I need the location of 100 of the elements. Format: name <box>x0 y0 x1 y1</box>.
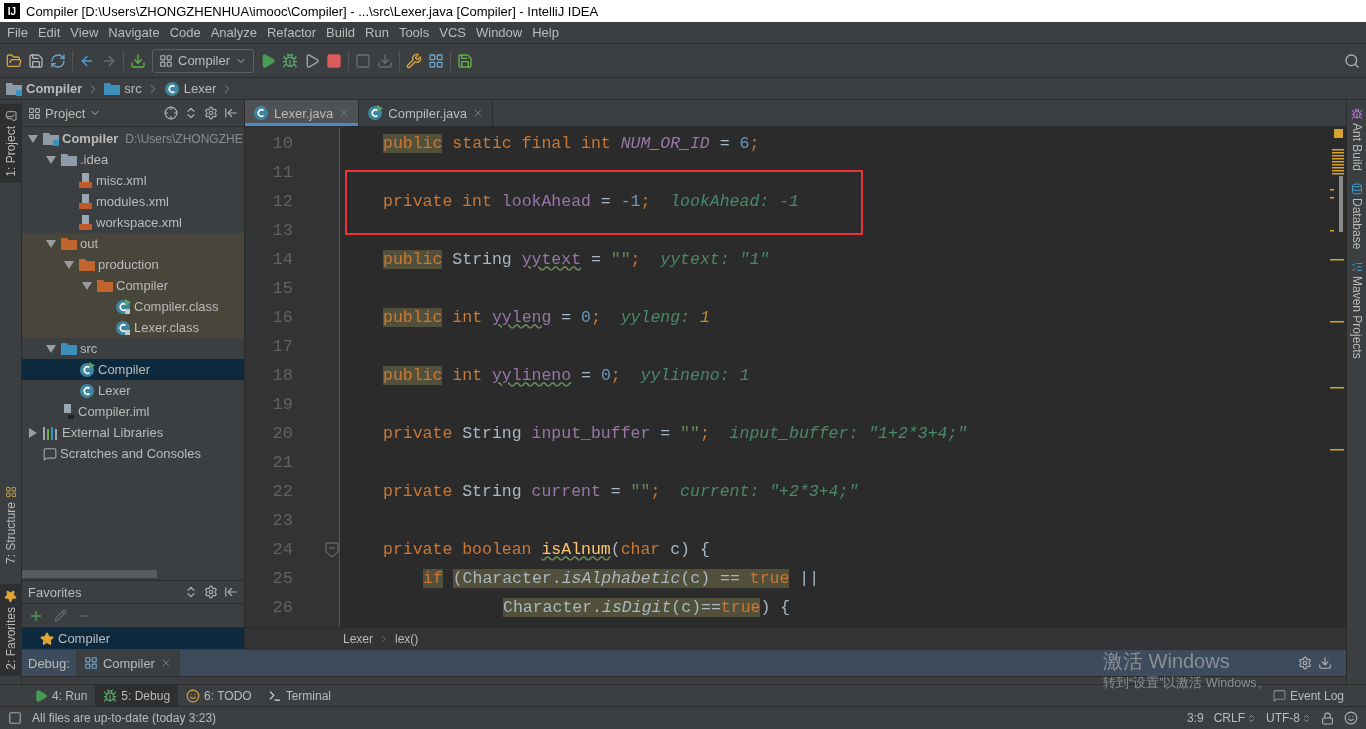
expanded-arrow-icon[interactable] <box>46 343 56 354</box>
activation-notice-text: 转到“设置”以激活 Windows。 <box>1103 675 1270 692</box>
tree-row[interactable]: misc.xml <box>22 170 244 191</box>
hide-icon[interactable] <box>224 106 238 120</box>
sync-icon[interactable] <box>50 52 66 69</box>
tree-row[interactable]: Compiler D:\Users\ZHONGZHE <box>22 128 244 149</box>
menu-item[interactable]: Help <box>527 25 564 40</box>
tree-row[interactable]: Compiler.iml <box>22 401 244 422</box>
settings-icon[interactable] <box>1298 656 1312 670</box>
tool-window-tab[interactable]: Database <box>1347 183 1366 250</box>
tree-row[interactable]: Lexer.class <box>22 317 244 338</box>
breadcrumb-item[interactable]: src <box>104 81 142 96</box>
tree-row[interactable]: Compiler.class <box>22 296 244 317</box>
tool-window-tab[interactable]: 2: Favorites <box>0 584 22 676</box>
locate-icon[interactable] <box>164 106 178 120</box>
tree-row[interactable]: modules.xml <box>22 191 244 212</box>
code-line: public int yyleng = 0; yyleng: 1 <box>383 307 711 329</box>
run-configuration-dropdown[interactable]: Compiler <box>152 48 254 73</box>
tree-row[interactable]: External Libraries <box>22 422 244 443</box>
breadcrumb-item[interactable]: Lexer <box>343 632 374 646</box>
menu-item[interactable]: Tools <box>393 25 435 40</box>
tree-row[interactable]: production <box>22 254 244 275</box>
settings-icon[interactable] <box>204 106 218 120</box>
run-icon <box>34 688 48 703</box>
terminal-icon <box>267 688 282 703</box>
settings-wrench-icon[interactable] <box>406 52 422 69</box>
breadcrumb-item[interactable]: Compiler <box>6 81 83 96</box>
expanded-arrow-icon[interactable] <box>46 154 56 165</box>
menu-item[interactable]: VCS <box>434 25 471 40</box>
tool-window-tab[interactable]: Maven Projects <box>1347 261 1366 360</box>
expanded-arrow-icon[interactable] <box>82 280 92 291</box>
folder-icon <box>61 236 77 251</box>
xml-file-icon <box>79 172 93 189</box>
code-line: private String input_buffer = ""; input_buffer: "1+2*3+4;" <box>383 423 969 445</box>
tree-row[interactable]: workspace.xml <box>22 212 244 233</box>
settings-icon[interactable] <box>204 585 218 599</box>
fold-marker-icon[interactable] <box>325 541 339 558</box>
tool-window-tab[interactable]: Terminal <box>259 684 339 707</box>
tree-row[interactable]: Scratches and Consoles <box>22 443 244 464</box>
tool-window-tab[interactable]: 1: Project <box>0 104 22 183</box>
expanded-arrow-icon[interactable] <box>28 133 38 144</box>
expanded-arrow-icon[interactable] <box>64 259 74 270</box>
hide-icon[interactable] <box>224 585 238 599</box>
tool-window-tab[interactable]: 4: Run <box>26 684 96 707</box>
tree-row[interactable]: Compiler <box>22 359 244 380</box>
debug-tab[interactable]: Compiler <box>75 650 180 676</box>
folder-icon <box>61 341 77 356</box>
updown-icon <box>1302 713 1311 723</box>
tool-window-tab[interactable]: 5: Debug <box>95 684 179 707</box>
menu-item[interactable]: Run <box>360 25 394 40</box>
tool-window-tab[interactable]: Ant Build <box>1347 108 1366 172</box>
breadcrumb-item[interactable]: lex() <box>395 632 419 646</box>
menu-item[interactable]: Build <box>321 25 360 40</box>
panel-title: Favorites <box>28 584 83 600</box>
tree-row[interactable]: Lexer <box>22 380 244 401</box>
menu-item[interactable]: Refactor <box>261 25 322 40</box>
save-icon[interactable] <box>28 52 44 69</box>
search-icon[interactable] <box>1344 52 1360 69</box>
caret-position[interactable]: 3:9 <box>1186 711 1204 725</box>
encoding-selector[interactable]: UTF-8 <box>1266 711 1311 725</box>
menu-item[interactable]: File <box>2 25 33 40</box>
star-icon <box>40 631 54 646</box>
tool-window-tab[interactable]: 7: Structure <box>0 480 22 571</box>
menu-item[interactable]: Window <box>470 25 528 40</box>
editor-tab[interactable]: Lexer.java <box>245 100 360 126</box>
folder-icon <box>104 81 121 96</box>
tool-window-tab[interactable]: 6: TODO <box>178 684 260 707</box>
edit-icon[interactable] <box>54 609 67 622</box>
menu-item[interactable]: View <box>65 25 104 40</box>
code-line: public static final int NUM_OR_ID = 6; <box>383 133 761 155</box>
menu-item[interactable]: Analyze <box>205 25 262 40</box>
editor-tab[interactable]: Compiler.java <box>359 100 494 126</box>
activation-notice-title: 激活 Windows <box>1103 649 1231 674</box>
expanded-arrow-icon[interactable] <box>46 238 56 249</box>
stop-icon[interactable] <box>326 52 342 69</box>
scrollbar[interactable] <box>22 570 157 578</box>
tree-row[interactable]: out <box>22 233 244 254</box>
code-line: public int yylineno = 0; yylineno: 1 <box>383 365 751 387</box>
run-icon[interactable] <box>260 52 276 69</box>
menu-item[interactable]: Edit <box>32 25 66 40</box>
debug-icon[interactable] <box>282 52 298 69</box>
code-line: Character.isDigit(c)==true) { <box>502 597 792 619</box>
breadcrumb-item[interactable]: Lexer <box>163 80 217 97</box>
xml-file-icon <box>79 214 93 231</box>
menu-item[interactable]: Navigate <box>103 25 165 40</box>
event-log-button[interactable]: Event Log <box>1270 684 1346 707</box>
code-line: private int lookAhead = -1; lookAhead: -1 <box>383 191 800 213</box>
collapsed-arrow-icon[interactable] <box>28 427 38 438</box>
favorite-item[interactable]: Compiler <box>22 628 244 649</box>
panel-title[interactable]: Project <box>28 105 158 121</box>
menu-item[interactable]: Code <box>164 25 206 40</box>
status-message: All files are up-to-date (today 3:23) <box>32 711 217 725</box>
tree-row[interactable]: .idea <box>22 149 244 170</box>
xml-file-icon <box>79 193 93 210</box>
app-logo: IJ <box>4 3 20 19</box>
open-folder-icon[interactable] <box>6 52 22 69</box>
tree-row[interactable]: src <box>22 338 244 359</box>
tree-row[interactable]: Compiler <box>22 275 244 296</box>
lock-icon[interactable] <box>1321 711 1334 725</box>
line-separator-selector[interactable]: CRLF <box>1213 711 1256 725</box>
